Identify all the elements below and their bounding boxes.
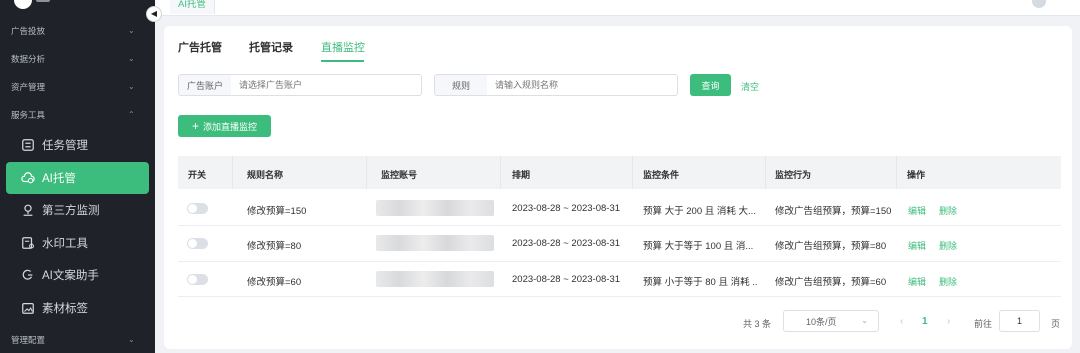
- condition-cell: 预算 小于等于 80 且 消耗 ...: [643, 277, 758, 288]
- sidebar-item-label: 水印工具: [42, 238, 88, 250]
- delete-link[interactable]: 删除: [939, 275, 957, 288]
- action-cell: 修改广告组预算，预算=80: [775, 241, 887, 252]
- page-size-value: 10条/页: [806, 316, 837, 327]
- edit-link[interactable]: 编辑: [908, 239, 926, 252]
- prev-page-icon[interactable]: ‹: [900, 316, 903, 327]
- chevron-down-icon: ⌄: [861, 316, 868, 325]
- sidebar-item-material-tags[interactable]: 素材标签: [6, 292, 149, 324]
- column-header-monitor-account: 监控账号: [381, 170, 418, 180]
- condition-cell: 预算 大于 200 且 消耗 大...: [643, 206, 756, 217]
- row-divider: [178, 261, 1061, 262]
- nav-group-ad-delivery[interactable]: 广告投放: [11, 25, 45, 37]
- account-field-label: 广告账户: [178, 74, 232, 96]
- add-button-label: 添加直播监控: [203, 121, 258, 132]
- topbar: AI托管: [155, 0, 1080, 16]
- column-divider: [500, 156, 501, 189]
- account-select[interactable]: [231, 74, 422, 96]
- location-pin-icon: [20, 202, 36, 218]
- chevron-down-icon[interactable]: ⌄: [128, 27, 136, 35]
- plus-icon: +: [191, 119, 199, 133]
- column-divider: [632, 156, 633, 189]
- top-tab-ai-hosting[interactable]: AI托管: [170, 0, 215, 14]
- tab-ad-hosting[interactable]: 广告托管: [178, 39, 222, 55]
- condition-cell: 预算 大于等于 100 且 消...: [643, 241, 754, 252]
- logo-text: [36, 0, 50, 2]
- edit-link[interactable]: 编辑: [908, 204, 926, 217]
- rule-field-label: 规则: [434, 74, 488, 96]
- redacted-account: [376, 271, 494, 287]
- column-divider: [232, 156, 233, 189]
- tag-image-icon: [20, 300, 36, 316]
- rule-switch[interactable]: [187, 238, 208, 249]
- rule-switch[interactable]: [187, 274, 208, 285]
- task-list-icon: [20, 137, 36, 153]
- ai-cloud-icon: [20, 170, 36, 186]
- goto-page-input[interactable]: [999, 310, 1040, 332]
- row-divider: [178, 225, 1061, 226]
- redacted-account: [376, 200, 494, 216]
- column-header-schedule: 排期: [512, 170, 531, 180]
- rule-name-cell: 修改预算=80: [247, 241, 302, 252]
- redacted-account: [376, 235, 494, 251]
- goto-label: 前往: [974, 319, 993, 329]
- edit-link[interactable]: 编辑: [908, 275, 926, 288]
- schedule-cell: 2023-08-28 ~ 2023-08-31: [512, 203, 621, 214]
- column-divider: [366, 156, 367, 189]
- ai-copy-icon: [20, 267, 36, 283]
- sidebar-item-ai-hosting[interactable]: AI托管: [6, 162, 149, 194]
- active-tab-indicator: [321, 60, 364, 62]
- delete-link[interactable]: 删除: [939, 239, 957, 252]
- page-size-select[interactable]: 10条/页 ⌄: [783, 310, 879, 332]
- sidebar-item-label: AI文案助手: [42, 270, 99, 282]
- rule-switch[interactable]: [187, 203, 208, 214]
- chevron-down-icon[interactable]: ⌄: [128, 336, 136, 344]
- nav-group-management-config[interactable]: 管理配置: [11, 334, 45, 346]
- clear-link[interactable]: 清空: [741, 80, 759, 93]
- sidebar-item-label: 第三方监测: [42, 205, 100, 217]
- table-header: [178, 156, 1061, 189]
- column-header-action: 监控行为: [775, 170, 812, 180]
- watermark-icon: [20, 235, 36, 251]
- sidebar-item-watermark-tool[interactable]: 水印工具: [6, 227, 149, 259]
- logo-icon: [14, 0, 32, 9]
- rule-name-cell: 修改预算=60: [247, 277, 302, 288]
- nav-group-data-analysis[interactable]: 数据分析: [11, 53, 45, 65]
- sidebar-collapse-button[interactable]: ◀: [146, 6, 162, 22]
- query-button[interactable]: 查询: [690, 74, 731, 96]
- row-divider: [178, 296, 1061, 297]
- rule-name-cell: 修改预算=150: [247, 206, 307, 217]
- column-header-rule-name: 规则名称: [247, 170, 284, 180]
- rule-name-input[interactable]: [487, 74, 678, 96]
- action-cell: 修改广告组预算，预算=60: [775, 277, 887, 288]
- column-header-condition: 监控条件: [643, 170, 680, 180]
- action-cell: 修改广告组预算，预算=150: [775, 206, 892, 217]
- add-live-monitor-button[interactable]: + 添加直播监控: [178, 115, 271, 137]
- sidebar-item-task-management[interactable]: 任务管理: [6, 129, 149, 161]
- sidebar-item-label: 素材标签: [42, 303, 88, 315]
- sidebar: 广告投放 ⌄ 数据分析 ⌄ 资产管理 ⌄ 服务工具 ⌃ 任务管理 AI托管 第三…: [0, 0, 155, 353]
- sidebar-item-label: 任务管理: [42, 140, 88, 152]
- column-header-switch: 开关: [188, 170, 207, 180]
- tab-hosting-records[interactable]: 托管记录: [249, 39, 293, 55]
- sidebar-item-third-party-monitoring[interactable]: 第三方监测: [6, 194, 149, 226]
- next-page-icon[interactable]: ›: [947, 316, 950, 327]
- page-suffix-label: 页: [1051, 319, 1061, 329]
- sidebar-item-label: AI托管: [42, 173, 76, 185]
- chevron-up-icon[interactable]: ⌃: [128, 111, 136, 119]
- schedule-cell: 2023-08-28 ~ 2023-08-31: [512, 274, 621, 285]
- tab-live-monitoring[interactable]: 直播监控: [321, 39, 365, 55]
- chevron-down-icon[interactable]: ⌄: [128, 55, 136, 63]
- nav-group-service-tools[interactable]: 服务工具: [11, 109, 45, 121]
- nav-group-asset-management[interactable]: 资产管理: [11, 81, 45, 93]
- pagination-total: 共 3 条: [743, 319, 772, 329]
- schedule-cell: 2023-08-28 ~ 2023-08-31: [512, 238, 621, 249]
- chevron-down-icon[interactable]: ⌄: [128, 83, 136, 91]
- page-number-current[interactable]: 1: [922, 316, 928, 327]
- delete-link[interactable]: 删除: [939, 204, 957, 217]
- column-divider: [896, 156, 897, 189]
- sidebar-item-ai-copywriting[interactable]: AI文案助手: [6, 259, 149, 291]
- column-header-operations: 操作: [907, 170, 926, 180]
- column-divider: [765, 156, 766, 189]
